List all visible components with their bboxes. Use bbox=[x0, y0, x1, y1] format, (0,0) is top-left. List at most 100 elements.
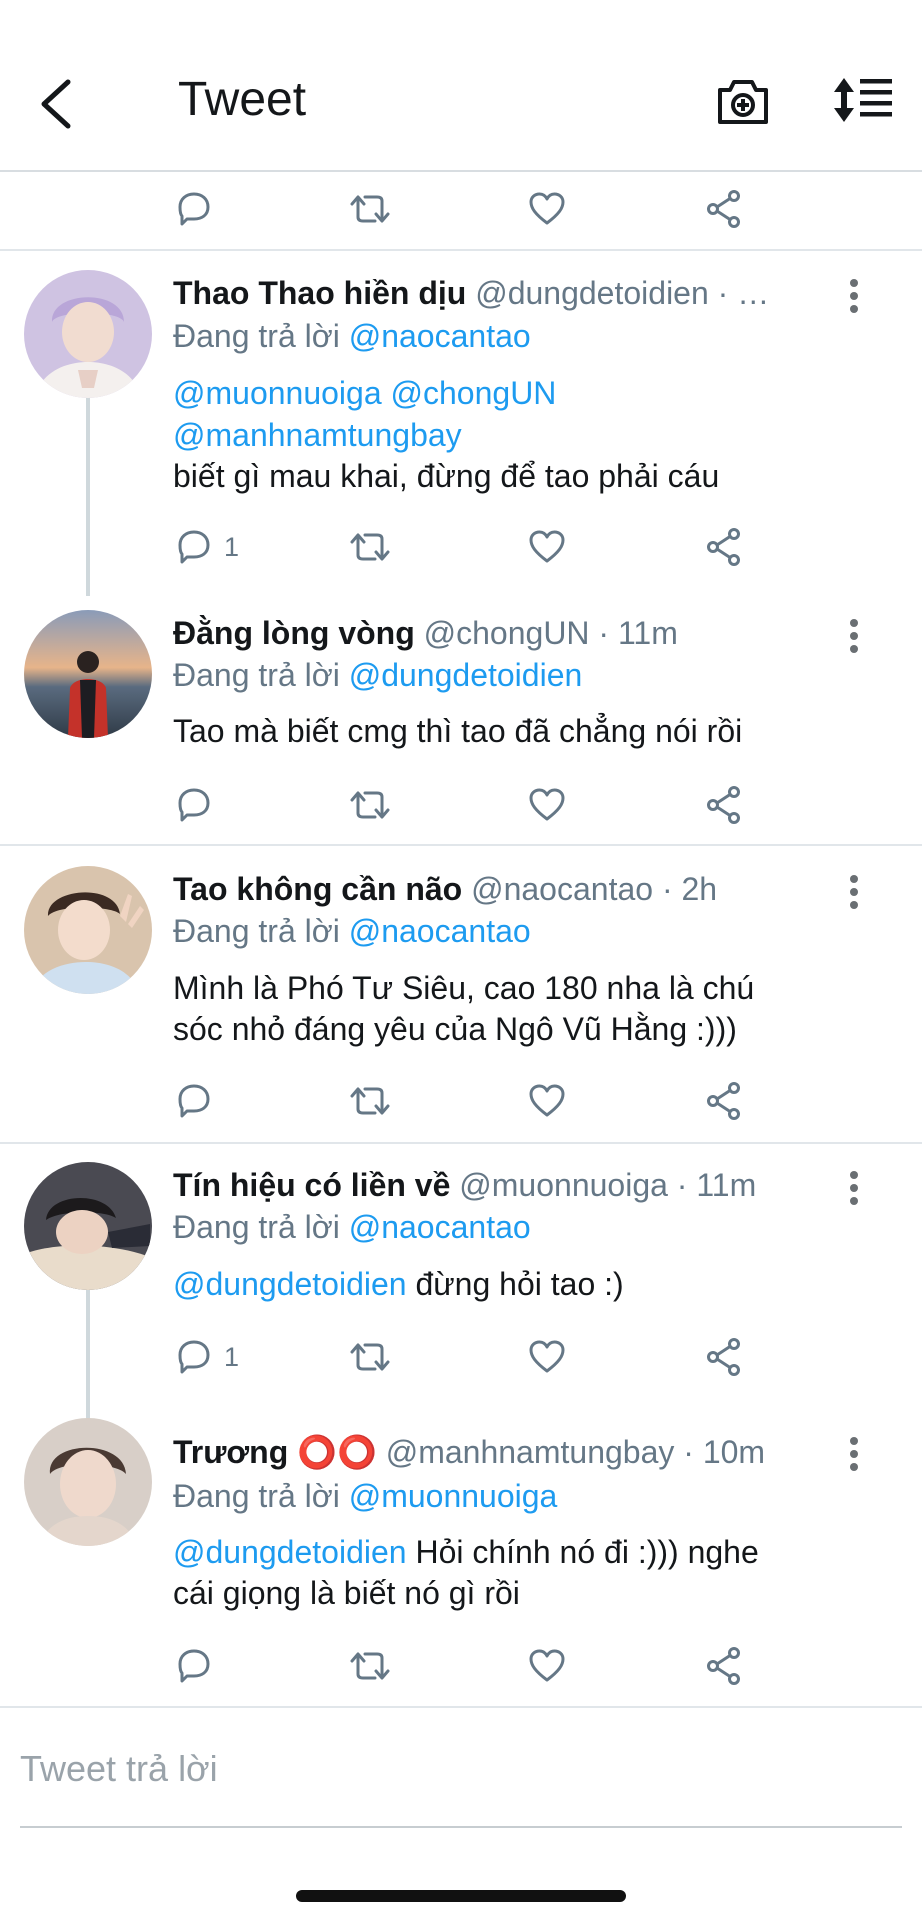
tweet-actions bbox=[0, 184, 922, 234]
tweet-header: Đằng lòng vòng @chongUN · 11m bbox=[173, 613, 678, 653]
tweet-actions bbox=[0, 1076, 922, 1126]
reply-button[interactable] bbox=[174, 1076, 214, 1126]
timestamp: · 11m bbox=[676, 1167, 757, 1203]
share-button[interactable] bbox=[704, 1076, 744, 1126]
divider bbox=[0, 1706, 922, 1708]
like-button[interactable] bbox=[527, 184, 567, 234]
reply-to-mention[interactable]: @naocantao bbox=[349, 913, 531, 949]
mention[interactable]: @dungdetoidien bbox=[173, 1266, 407, 1302]
tweet-body: Hỏi chính nó đi :))) nghe bbox=[406, 1534, 759, 1570]
top-bar: Tweet bbox=[0, 0, 922, 172]
tweet-actions bbox=[0, 1641, 922, 1691]
reply-icon bbox=[174, 1646, 214, 1686]
more-options-icon[interactable] bbox=[846, 276, 862, 316]
share-button[interactable] bbox=[704, 780, 744, 830]
reply-button[interactable] bbox=[174, 1641, 214, 1691]
handle[interactable]: @naocantao bbox=[471, 871, 653, 907]
more-options-icon[interactable] bbox=[846, 616, 862, 656]
retweet-button[interactable] bbox=[348, 1332, 392, 1382]
share-button[interactable] bbox=[704, 184, 744, 234]
timestamp: · … bbox=[717, 275, 770, 311]
tweet-actions: 1 bbox=[0, 522, 922, 572]
like-icon bbox=[527, 1337, 567, 1377]
reply-to-mention[interactable]: @muonnuoiga bbox=[349, 1478, 558, 1514]
reply-to-mention[interactable]: @naocantao bbox=[349, 318, 531, 354]
reply-icon bbox=[174, 527, 214, 567]
share-icon bbox=[704, 527, 744, 567]
reply-prefix: Đang trả lời bbox=[173, 913, 340, 949]
display-name[interactable]: Trương ⭕⭕ bbox=[173, 1434, 377, 1470]
reply-context: Đang trả lời @muonnuoiga bbox=[173, 1476, 557, 1516]
like-icon bbox=[527, 527, 567, 567]
share-button[interactable] bbox=[704, 1641, 744, 1691]
display-name[interactable]: Tín hiệu có liền về bbox=[173, 1167, 450, 1203]
reply-count: 1 bbox=[224, 531, 240, 562]
display-name[interactable]: Tao không cần não bbox=[173, 871, 462, 907]
reply-to-mention[interactable]: @naocantao bbox=[349, 1209, 531, 1245]
tweet-header: Trương ⭕⭕ @manhnamtungbay · 10m bbox=[173, 1432, 765, 1472]
tweet-text: Tao mà biết cmg thì tao đã chẳng nói rồi bbox=[173, 713, 743, 749]
retweet-button[interactable] bbox=[348, 780, 392, 830]
more-options-icon[interactable] bbox=[846, 872, 862, 912]
more-options-icon[interactable] bbox=[846, 1434, 862, 1474]
like-button[interactable] bbox=[527, 1076, 567, 1126]
tweet-text: biết gì mau khai, đừng để tao phải cáu bbox=[173, 458, 720, 494]
reply-to-mention[interactable]: @dungdetoidien bbox=[349, 657, 583, 693]
display-name[interactable]: Đằng lòng vòng bbox=[173, 615, 415, 651]
tweet-text: sóc nhỏ đáng yêu của Ngô Vũ Hằng :))) bbox=[173, 1011, 737, 1047]
handle[interactable]: @chongUN bbox=[424, 615, 590, 651]
like-button[interactable] bbox=[527, 1332, 567, 1382]
retweet-button[interactable] bbox=[348, 1641, 392, 1691]
retweet-button[interactable] bbox=[348, 522, 392, 572]
reply-prefix: Đang trả lời bbox=[173, 657, 340, 693]
share-icon bbox=[704, 1081, 744, 1121]
handle[interactable]: @manhnamtungbay bbox=[386, 1434, 675, 1470]
back-arrow-icon[interactable] bbox=[36, 76, 76, 132]
retweet-button[interactable] bbox=[348, 1076, 392, 1126]
tweet-actions: 1 bbox=[0, 1332, 922, 1382]
mentions-line[interactable]: @manhnamtungbay bbox=[173, 415, 462, 455]
page-title: Tweet bbox=[178, 73, 307, 126]
avatar[interactable] bbox=[24, 1418, 152, 1546]
like-button[interactable] bbox=[527, 780, 567, 830]
like-icon bbox=[527, 785, 567, 825]
reply-prefix: Đang trả lời bbox=[173, 318, 340, 354]
avatar[interactable] bbox=[24, 1162, 152, 1290]
retweet-icon bbox=[348, 189, 392, 229]
divider bbox=[0, 844, 922, 846]
share-icon bbox=[704, 785, 744, 825]
mention[interactable]: @dungdetoidien bbox=[173, 1534, 407, 1570]
share-button[interactable] bbox=[704, 522, 744, 572]
avatar[interactable] bbox=[24, 866, 152, 994]
home-indicator[interactable] bbox=[296, 1890, 626, 1902]
reply-composer-input[interactable]: Tweet trả lời bbox=[20, 1748, 218, 1790]
reply-icon bbox=[174, 1081, 214, 1121]
reply-button[interactable]: 1 bbox=[174, 1332, 239, 1382]
tweet-header: Tín hiệu có liền về @muonnuoiga · 11m bbox=[173, 1165, 756, 1205]
avatar[interactable] bbox=[24, 270, 152, 398]
share-icon bbox=[704, 1646, 744, 1686]
reply-button[interactable] bbox=[174, 780, 214, 830]
reply-context: Đang trả lời @naocantao bbox=[173, 911, 531, 951]
reply-button[interactable] bbox=[174, 184, 214, 234]
reply-button[interactable]: 1 bbox=[174, 522, 239, 572]
reply-icon bbox=[174, 785, 214, 825]
like-button[interactable] bbox=[527, 522, 567, 572]
sort-list-icon[interactable] bbox=[830, 76, 894, 124]
retweet-button[interactable] bbox=[348, 184, 392, 234]
more-options-icon[interactable] bbox=[846, 1168, 862, 1208]
tweet-body: đừng hỏi tao :) bbox=[406, 1266, 624, 1302]
mentions-line[interactable]: @muonnuoiga @chongUN bbox=[173, 373, 556, 413]
share-button[interactable] bbox=[704, 1332, 744, 1382]
tweet-text: @dungdetoidien Hỏi chính nó đi :))) nghe bbox=[173, 1532, 759, 1572]
avatar[interactable] bbox=[24, 610, 152, 738]
camera-plus-icon[interactable] bbox=[716, 76, 770, 126]
retweet-icon bbox=[348, 1337, 392, 1377]
like-button[interactable] bbox=[527, 1641, 567, 1691]
display-name[interactable]: Thao Thao hiền dịu bbox=[173, 275, 466, 311]
handle[interactable]: @dungdetoidien bbox=[475, 275, 709, 311]
reply-context: Đang trả lời @dungdetoidien bbox=[173, 655, 582, 695]
handle[interactable]: @muonnuoiga bbox=[459, 1167, 668, 1203]
retweet-icon bbox=[348, 785, 392, 825]
divider bbox=[0, 249, 922, 251]
